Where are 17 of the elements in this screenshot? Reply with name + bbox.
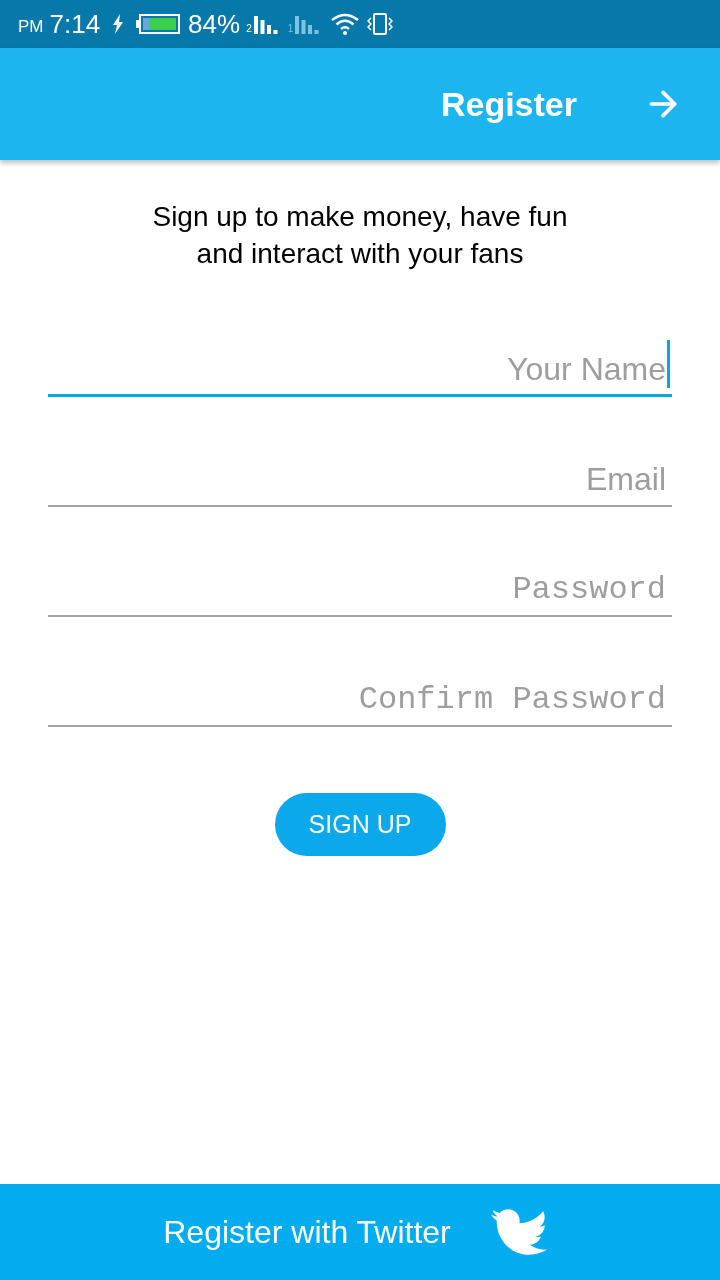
- app-bar-title: Register: [440, 87, 577, 121]
- twitter-register-button[interactable]: Register with Twitter: [0, 1184, 720, 1280]
- intro-text: Sign up to make money, have fun and interact with your fans: [151, 200, 569, 271]
- wifi-icon: [331, 13, 360, 35]
- battery-icon: [136, 14, 181, 34]
- sim-number: 2: [246, 24, 252, 34]
- sim-number: 1: [287, 24, 294, 34]
- vibrate-icon: [367, 13, 394, 35]
- input-field[interactable]: Email: [48, 450, 672, 507]
- input-field[interactable]: Your Name: [48, 340, 672, 397]
- input-field[interactable]: Password: [48, 560, 672, 617]
- charging-bolt-icon: [112, 14, 125, 34]
- battery-percent: 84%: [188, 11, 241, 37]
- input-field[interactable]: Confirm Password: [48, 670, 672, 727]
- clock-time: 7:14: [49, 11, 101, 37]
- sign-up-button[interactable]: SIGN UP: [274, 793, 446, 856]
- clock-period: PM: [18, 17, 44, 35]
